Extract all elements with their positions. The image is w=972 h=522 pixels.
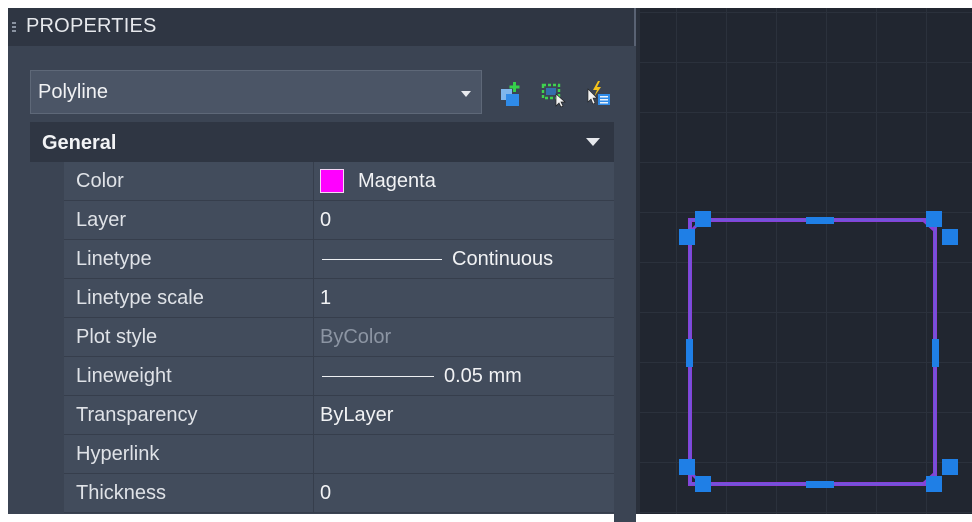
select-objects-icon[interactable] xyxy=(540,80,566,108)
vertex-grip[interactable] xyxy=(695,476,711,492)
row-gutter xyxy=(30,396,64,435)
row-gutter xyxy=(30,435,64,474)
property-name-text: Linetype scale xyxy=(76,287,204,309)
property-value-text: Magenta xyxy=(358,170,436,192)
property-name: Plot style xyxy=(64,318,314,357)
property-value-linetype-scale[interactable]: 1 xyxy=(314,279,614,318)
row-lineweight[interactable]: Lineweight 0.05 mm xyxy=(30,357,614,396)
property-name-text: Hyperlink xyxy=(76,443,160,465)
selected-polyline[interactable] xyxy=(640,8,972,514)
property-name-text: Transparency xyxy=(76,404,198,426)
property-name-text: Color xyxy=(76,170,124,192)
property-name: Thickness xyxy=(64,474,314,513)
property-value-hyperlink[interactable] xyxy=(314,435,614,474)
property-value-layer[interactable]: 0 xyxy=(314,201,614,240)
property-name: Lineweight xyxy=(64,357,314,396)
property-value-text: Continuous xyxy=(452,248,554,270)
property-value-text: 0 xyxy=(320,482,332,504)
property-name: Linetype scale xyxy=(64,279,314,318)
row-gutter xyxy=(30,474,64,513)
property-value-thickness[interactable]: 0 xyxy=(314,474,614,513)
row-gutter xyxy=(30,240,64,279)
property-name: Color xyxy=(64,162,314,201)
property-name: Hyperlink xyxy=(64,435,314,474)
property-name-text: Layer xyxy=(76,209,127,231)
vertex-grip[interactable] xyxy=(695,211,711,227)
property-value-text: 1 xyxy=(320,287,332,309)
property-name-text: Thickness xyxy=(76,482,167,504)
drawing-canvas[interactable] xyxy=(640,8,972,514)
quick-select-icon[interactable] xyxy=(586,80,612,108)
vertex-grip[interactable] xyxy=(926,211,942,227)
row-linetype-scale[interactable]: Linetype scale 1 xyxy=(30,279,614,318)
collapse-caret-icon[interactable] xyxy=(586,138,600,146)
add-selected-icon[interactable] xyxy=(498,80,524,108)
property-value-text: 0.05 mm xyxy=(444,365,522,387)
property-name-text: Lineweight xyxy=(76,365,172,387)
row-plot-style[interactable]: Plot style ByColor xyxy=(30,318,614,357)
midpoint-grip[interactable] xyxy=(806,217,834,224)
property-name-text: Linetype xyxy=(76,248,152,270)
property-value-plot-style: ByColor xyxy=(314,318,614,357)
polyline-highlight xyxy=(689,219,936,485)
row-layer[interactable]: Layer 0 xyxy=(30,201,614,240)
property-value-color[interactable]: Magenta xyxy=(314,162,614,201)
row-hyperlink[interactable]: Hyperlink xyxy=(30,435,614,474)
vertex-grip[interactable] xyxy=(679,459,695,475)
property-value-text: ByColor xyxy=(320,326,392,348)
properties-grid: General Color Magenta Layer 0 Linetype C… xyxy=(30,122,614,522)
object-type-dropdown[interactable]: Polyline xyxy=(30,70,482,114)
property-value-transparency[interactable]: ByLayer xyxy=(314,396,614,435)
property-name: Layer xyxy=(64,201,314,240)
vertex-grip[interactable] xyxy=(926,476,942,492)
row-color[interactable]: Color Magenta xyxy=(30,162,614,201)
dropdown-arrow-icon[interactable] xyxy=(461,91,471,97)
linetype-sample xyxy=(322,259,442,260)
property-value-text: ByLayer xyxy=(320,404,394,426)
property-value-text: 0 xyxy=(320,209,332,231)
row-transparency[interactable]: Transparency ByLayer xyxy=(30,396,614,435)
property-name: Transparency xyxy=(64,396,314,435)
row-thickness[interactable]: Thickness 0 xyxy=(30,474,614,513)
row-gutter xyxy=(30,357,64,396)
vertex-grip[interactable] xyxy=(942,229,958,245)
object-type-value: Polyline xyxy=(38,81,109,103)
property-value-lineweight[interactable]: 0.05 mm xyxy=(314,357,614,396)
color-swatch xyxy=(320,169,344,193)
property-name: Linetype xyxy=(64,240,314,279)
midpoint-grip[interactable] xyxy=(932,339,939,367)
row-gutter xyxy=(30,279,64,318)
vertex-grip[interactable] xyxy=(942,459,958,475)
panel-title: PROPERTIES xyxy=(26,15,157,37)
midpoint-grip[interactable] xyxy=(806,481,834,488)
property-name-text: Plot style xyxy=(76,326,158,348)
property-value-linetype[interactable]: Continuous xyxy=(314,240,614,279)
panel-scroll-strip xyxy=(614,122,636,522)
row-gutter xyxy=(30,318,64,357)
midpoint-grip[interactable] xyxy=(686,339,693,367)
section-general-header[interactable]: General xyxy=(30,122,614,162)
row-gutter xyxy=(30,162,64,201)
row-gutter xyxy=(30,201,64,240)
polyline-shape[interactable] xyxy=(688,218,937,486)
panel-titlebar[interactable]: PROPERTIES xyxy=(8,8,636,46)
lineweight-sample xyxy=(322,376,434,377)
properties-panel: PROPERTIES Polyline General Color Magent… xyxy=(8,8,636,522)
section-general-label: General xyxy=(42,132,117,154)
vertex-grip[interactable] xyxy=(679,229,695,245)
drag-grip-icon[interactable] xyxy=(12,22,16,34)
row-linetype[interactable]: Linetype Continuous xyxy=(30,240,614,279)
